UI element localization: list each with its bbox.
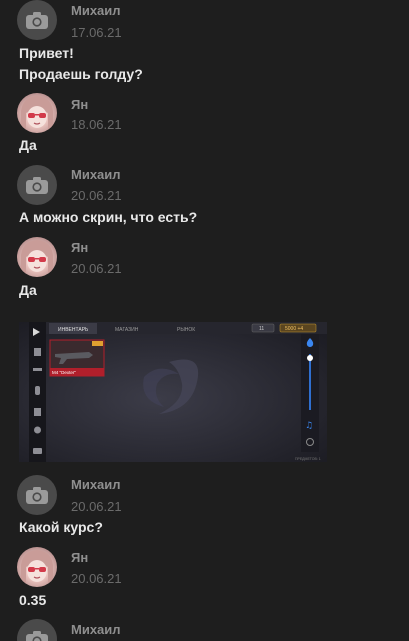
author-name[interactable]: Ян [71, 240, 88, 255]
tab-market[interactable]: РЫНОК [177, 327, 195, 333]
message-date: 20.06.21 [71, 261, 122, 276]
message-date: 18.06.21 [71, 117, 122, 132]
camera-icon [26, 630, 48, 641]
message-date: 20.06.21 [71, 188, 122, 203]
inventory-screenshot: ИНВЕНТАРЬ МАГАЗИН РЫНОК 11 5000 +4 M4 "D… [19, 322, 327, 462]
message-date: 20.06.21 [71, 499, 122, 514]
chat-feed: Михаил 17.06.21 Привет! Продаешь голду? … [0, 0, 409, 641]
avatar[interactable] [17, 0, 57, 40]
message-text-line: Да [19, 282, 37, 298]
anime-avatar-icon [21, 240, 53, 277]
avatar[interactable] [17, 237, 57, 277]
author-name[interactable]: Михаил [71, 477, 121, 492]
avatar[interactable] [17, 547, 57, 587]
message-text-line: А можно скрин, что есть? [19, 209, 198, 225]
anime-avatar-icon [21, 96, 53, 133]
message-text-line: Привет! [19, 45, 74, 61]
image-attachment[interactable]: ИНВЕНТАРЬ МАГАЗИН РЫНОК 11 5000 +4 M4 "D… [19, 322, 327, 462]
message-date: 20.06.21 [71, 571, 122, 586]
items-count: ПРЕДМЕТОВ: 1 [295, 457, 321, 461]
tab-inventory[interactable]: ИНВЕНТАРЬ [58, 327, 89, 333]
camera-icon [26, 11, 48, 29]
author-name[interactable]: Михаил [71, 167, 121, 182]
tab-shop[interactable]: МАГАЗИН [115, 327, 139, 333]
svg-text:♫: ♫ [305, 421, 313, 431]
message-text-line: Да [19, 137, 37, 153]
item-label: M4 "Dexter" [52, 370, 76, 375]
avatar[interactable] [17, 475, 57, 515]
avatar[interactable] [17, 93, 57, 133]
anime-avatar-icon [21, 550, 53, 587]
camera-icon [26, 486, 48, 504]
camera-icon [26, 176, 48, 194]
author-name[interactable]: Ян [71, 550, 88, 565]
message-text-line: 0.35 [19, 592, 47, 608]
currency-gold: 5000 +4 [285, 326, 303, 332]
message-text-line: Продаешь голду? [19, 66, 143, 82]
message-text-line: Какой курс? [19, 519, 103, 535]
author-name[interactable]: Михаил [71, 622, 121, 637]
message-date: 17.06.21 [71, 25, 122, 40]
avatar[interactable] [17, 165, 57, 205]
avatar[interactable] [17, 619, 57, 641]
author-name[interactable]: Михаил [71, 3, 121, 18]
author-name[interactable]: Ян [71, 97, 88, 112]
currency-silver: 11 [259, 326, 264, 332]
